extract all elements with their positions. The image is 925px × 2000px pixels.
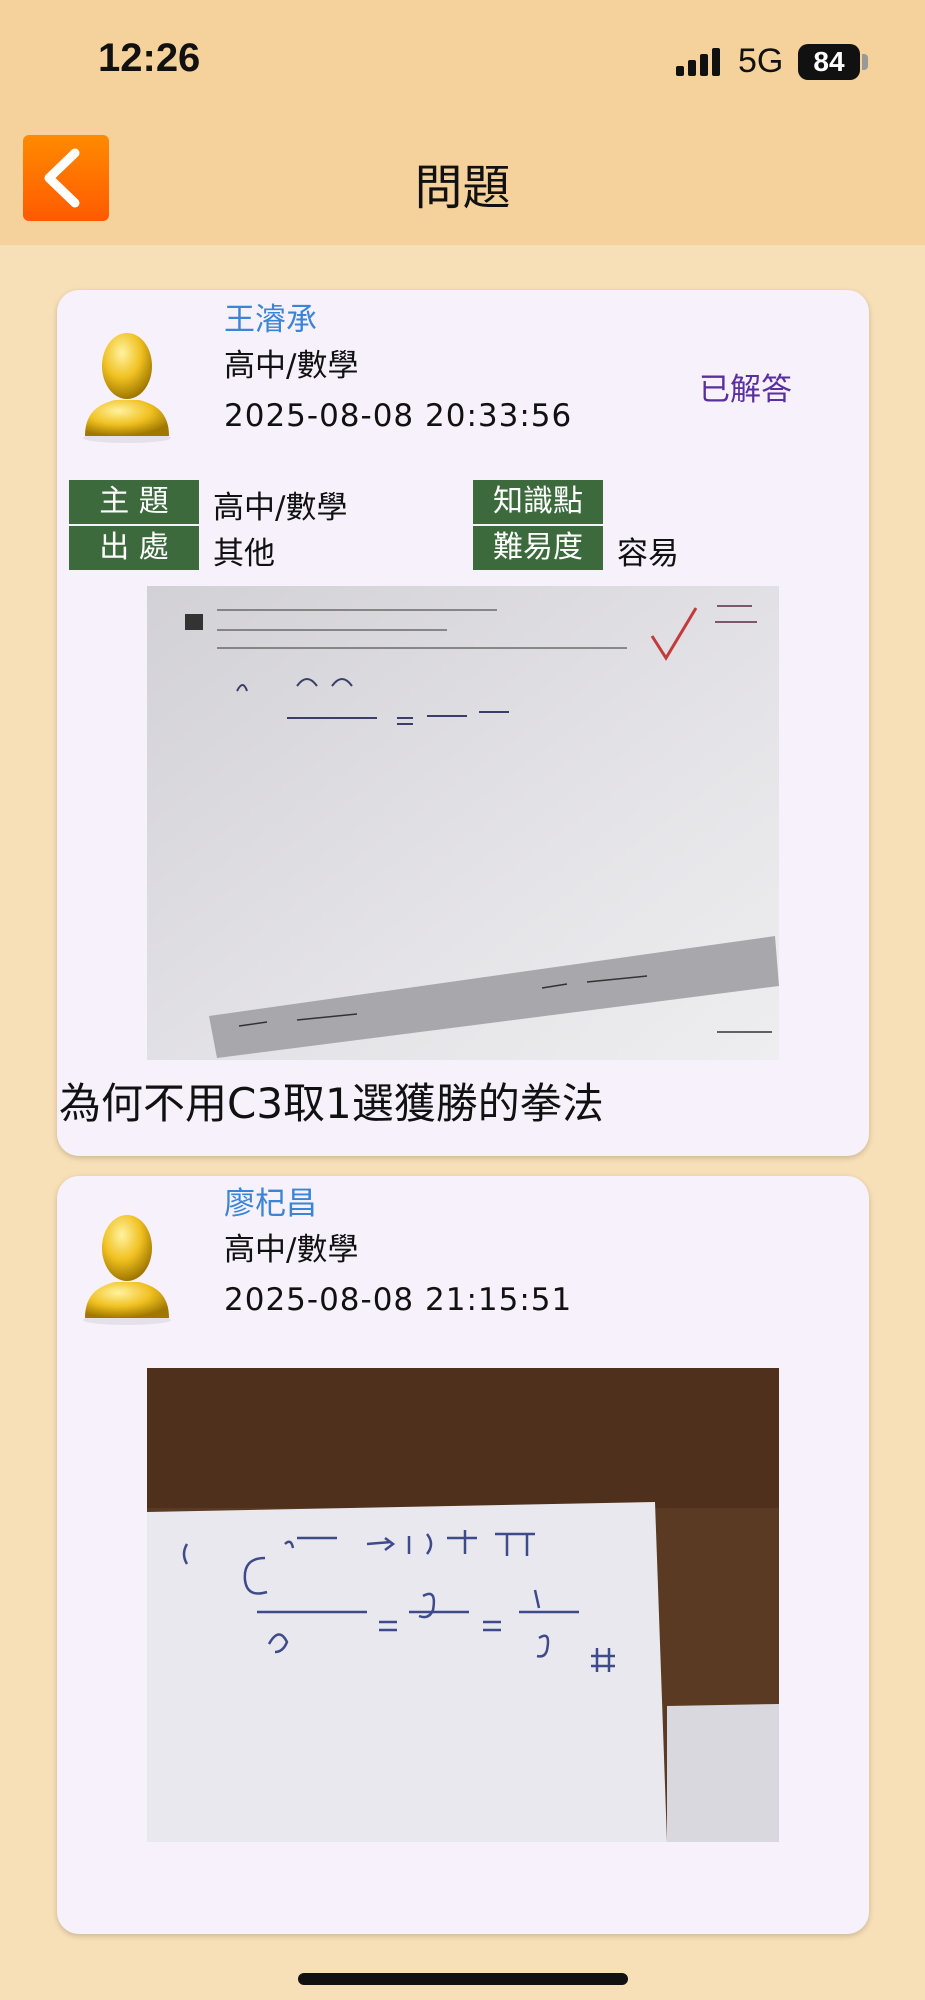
post-subject: 高中/數學 xyxy=(224,348,359,384)
handwritten-answer-photo xyxy=(147,1368,779,1842)
home-indicator xyxy=(298,1973,628,1985)
post-datetime: 2025-08-08 20:33:56 xyxy=(224,398,573,434)
tag-topic-label: 主 題 xyxy=(69,480,199,524)
page-title: 問題 xyxy=(414,160,511,216)
status-time: 12:26 xyxy=(98,36,201,80)
top-header: 12:26 5G 84 問題 xyxy=(0,0,925,245)
battery-tip xyxy=(862,54,868,70)
tag-knowledge-label: 知識點 xyxy=(473,480,603,524)
question-text: 為何不用C3取1選獲勝的拳法 xyxy=(59,1079,604,1128)
status-badge: 已解答 xyxy=(699,372,792,408)
answer-card[interactable]: 廖杞昌 高中/數學 2025-08-08 21:15:51 xyxy=(57,1176,869,1934)
tag-source-label: 出 處 xyxy=(69,526,199,570)
battery-icon: 84 xyxy=(798,44,860,80)
network-label: 5G xyxy=(738,42,784,80)
worksheet-photo xyxy=(147,586,779,1060)
user-name[interactable]: 王濬承 xyxy=(224,294,317,339)
tag-difficulty-value: 容易 xyxy=(617,536,679,572)
question-photo[interactable] xyxy=(147,586,779,1060)
signal-icon xyxy=(676,46,722,76)
answer-photo[interactable] xyxy=(147,1368,779,1842)
tag-source-value: 其他 xyxy=(213,536,275,572)
post-subject: 高中/數學 xyxy=(224,1232,359,1268)
tag-difficulty-label: 難易度 xyxy=(473,526,603,570)
person-avatar-icon xyxy=(83,1215,171,1325)
user-name[interactable]: 廖杞昌 xyxy=(224,1178,317,1223)
tag-topic-value: 高中/數學 xyxy=(213,490,348,526)
question-card[interactable]: 王濬承 高中/數學 2025-08-08 20:33:56 已解答 主 題 高中… xyxy=(57,290,869,1156)
person-avatar-icon xyxy=(83,333,171,443)
post-datetime: 2025-08-08 21:15:51 xyxy=(224,1282,573,1318)
